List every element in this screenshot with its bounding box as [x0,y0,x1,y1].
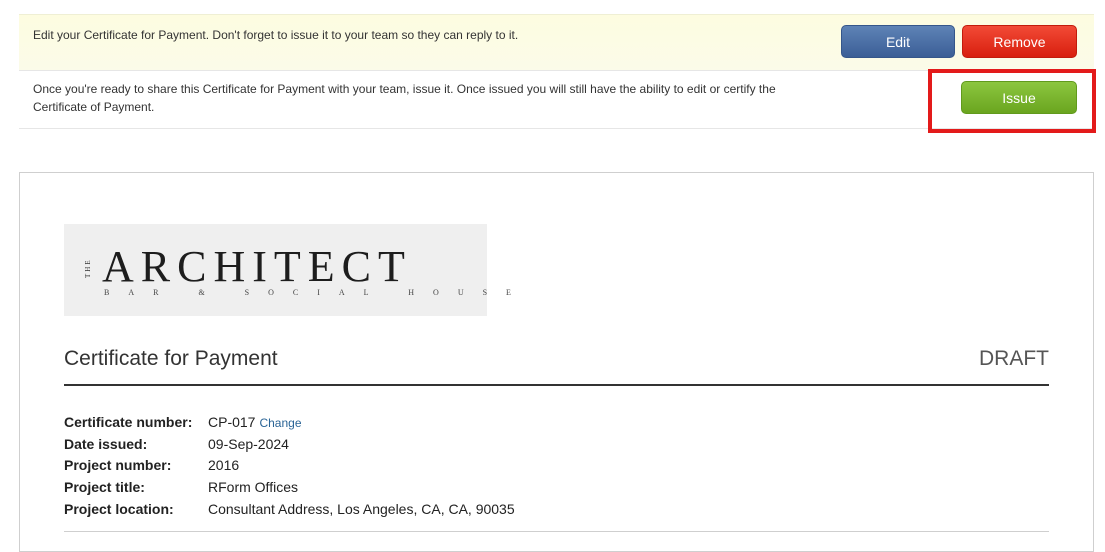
detail-row-project-number: Project number: 2016 [64,455,515,477]
detail-label: Date issued: [64,435,148,452]
logo-the-text: THE [84,258,92,278]
detail-label: Project number: [64,457,172,474]
company-logo: THE ARCHITECT BAR & SOCIAL HOUSE [64,224,530,316]
status-badge: DRAFT [979,347,1049,370]
detail-value: RForm Offices [208,479,298,496]
detail-value: 09-Sep-2024 [208,435,289,452]
detail-label: Certificate number: [64,414,193,430]
remove-button[interactable]: Remove [962,25,1077,58]
change-certificate-number-link[interactable]: Change [259,416,301,430]
detail-row-certificate-number: Certificate number: CP-017 Change [64,412,515,434]
detail-value: 2016 [208,457,240,474]
title-divider [64,384,1049,386]
detail-row-project-location: Project location: Consultant Address, Los… [64,499,515,521]
issue-button-highlight [928,69,1096,133]
document-title: Certificate for Payment [64,347,278,370]
detail-label: Project location: [64,500,174,517]
edit-notice-bar: Edit your Certificate for Payment. Don't… [19,14,1094,71]
detail-value: Consultant Address, Los Angeles, CA, CA,… [208,500,515,517]
issue-notice-text: Once you're ready to share this Certific… [33,82,776,114]
detail-row-date-issued: Date issued: 09-Sep-2024 [64,434,515,456]
detail-value: CP-017 [208,414,256,430]
certificate-document: THE ARCHITECT BAR & SOCIAL HOUSE Certifi… [19,172,1094,552]
detail-row-project-title: Project title: RForm Offices [64,477,515,499]
certificate-details: Certificate number: CP-017 Change Date iss… [64,412,515,520]
logo-main-text: ARCHITECT [102,242,412,291]
edit-button[interactable]: Edit [841,25,955,58]
logo-subtitle: BAR & SOCIAL HOUSE [104,288,530,297]
edit-notice-text: Edit your Certificate for Payment. Don't… [33,28,519,42]
detail-label: Project title: [64,479,145,496]
details-divider [64,531,1049,532]
